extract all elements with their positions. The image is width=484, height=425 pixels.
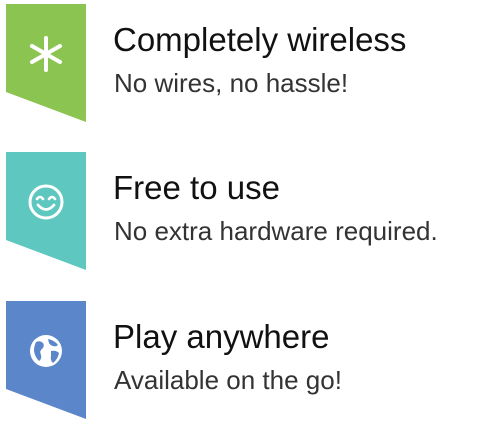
feature-title: Free to use	[113, 169, 280, 206]
smiley-icon	[26, 182, 66, 222]
feature-completely-wireless: Completely wireless No wires, no hassle!	[0, 4, 484, 128]
asterisk-icon	[26, 34, 66, 74]
feature-title: Completely wireless	[113, 21, 407, 58]
feature-subtitle: Available on the go!	[114, 365, 342, 395]
feature-title: Play anywhere	[113, 318, 330, 355]
feature-subtitle: No extra hardware required.	[114, 216, 438, 246]
feature-badge	[6, 301, 86, 419]
feature-subtitle: No wires, no hassle!	[114, 68, 349, 98]
feature-play-anywhere: Play anywhere Available on the go!	[0, 301, 484, 425]
feature-badge	[6, 152, 86, 270]
feature-free-to-use: Free to use No extra hardware required.	[0, 152, 484, 276]
globe-icon	[26, 331, 66, 371]
feature-badge	[6, 4, 86, 122]
